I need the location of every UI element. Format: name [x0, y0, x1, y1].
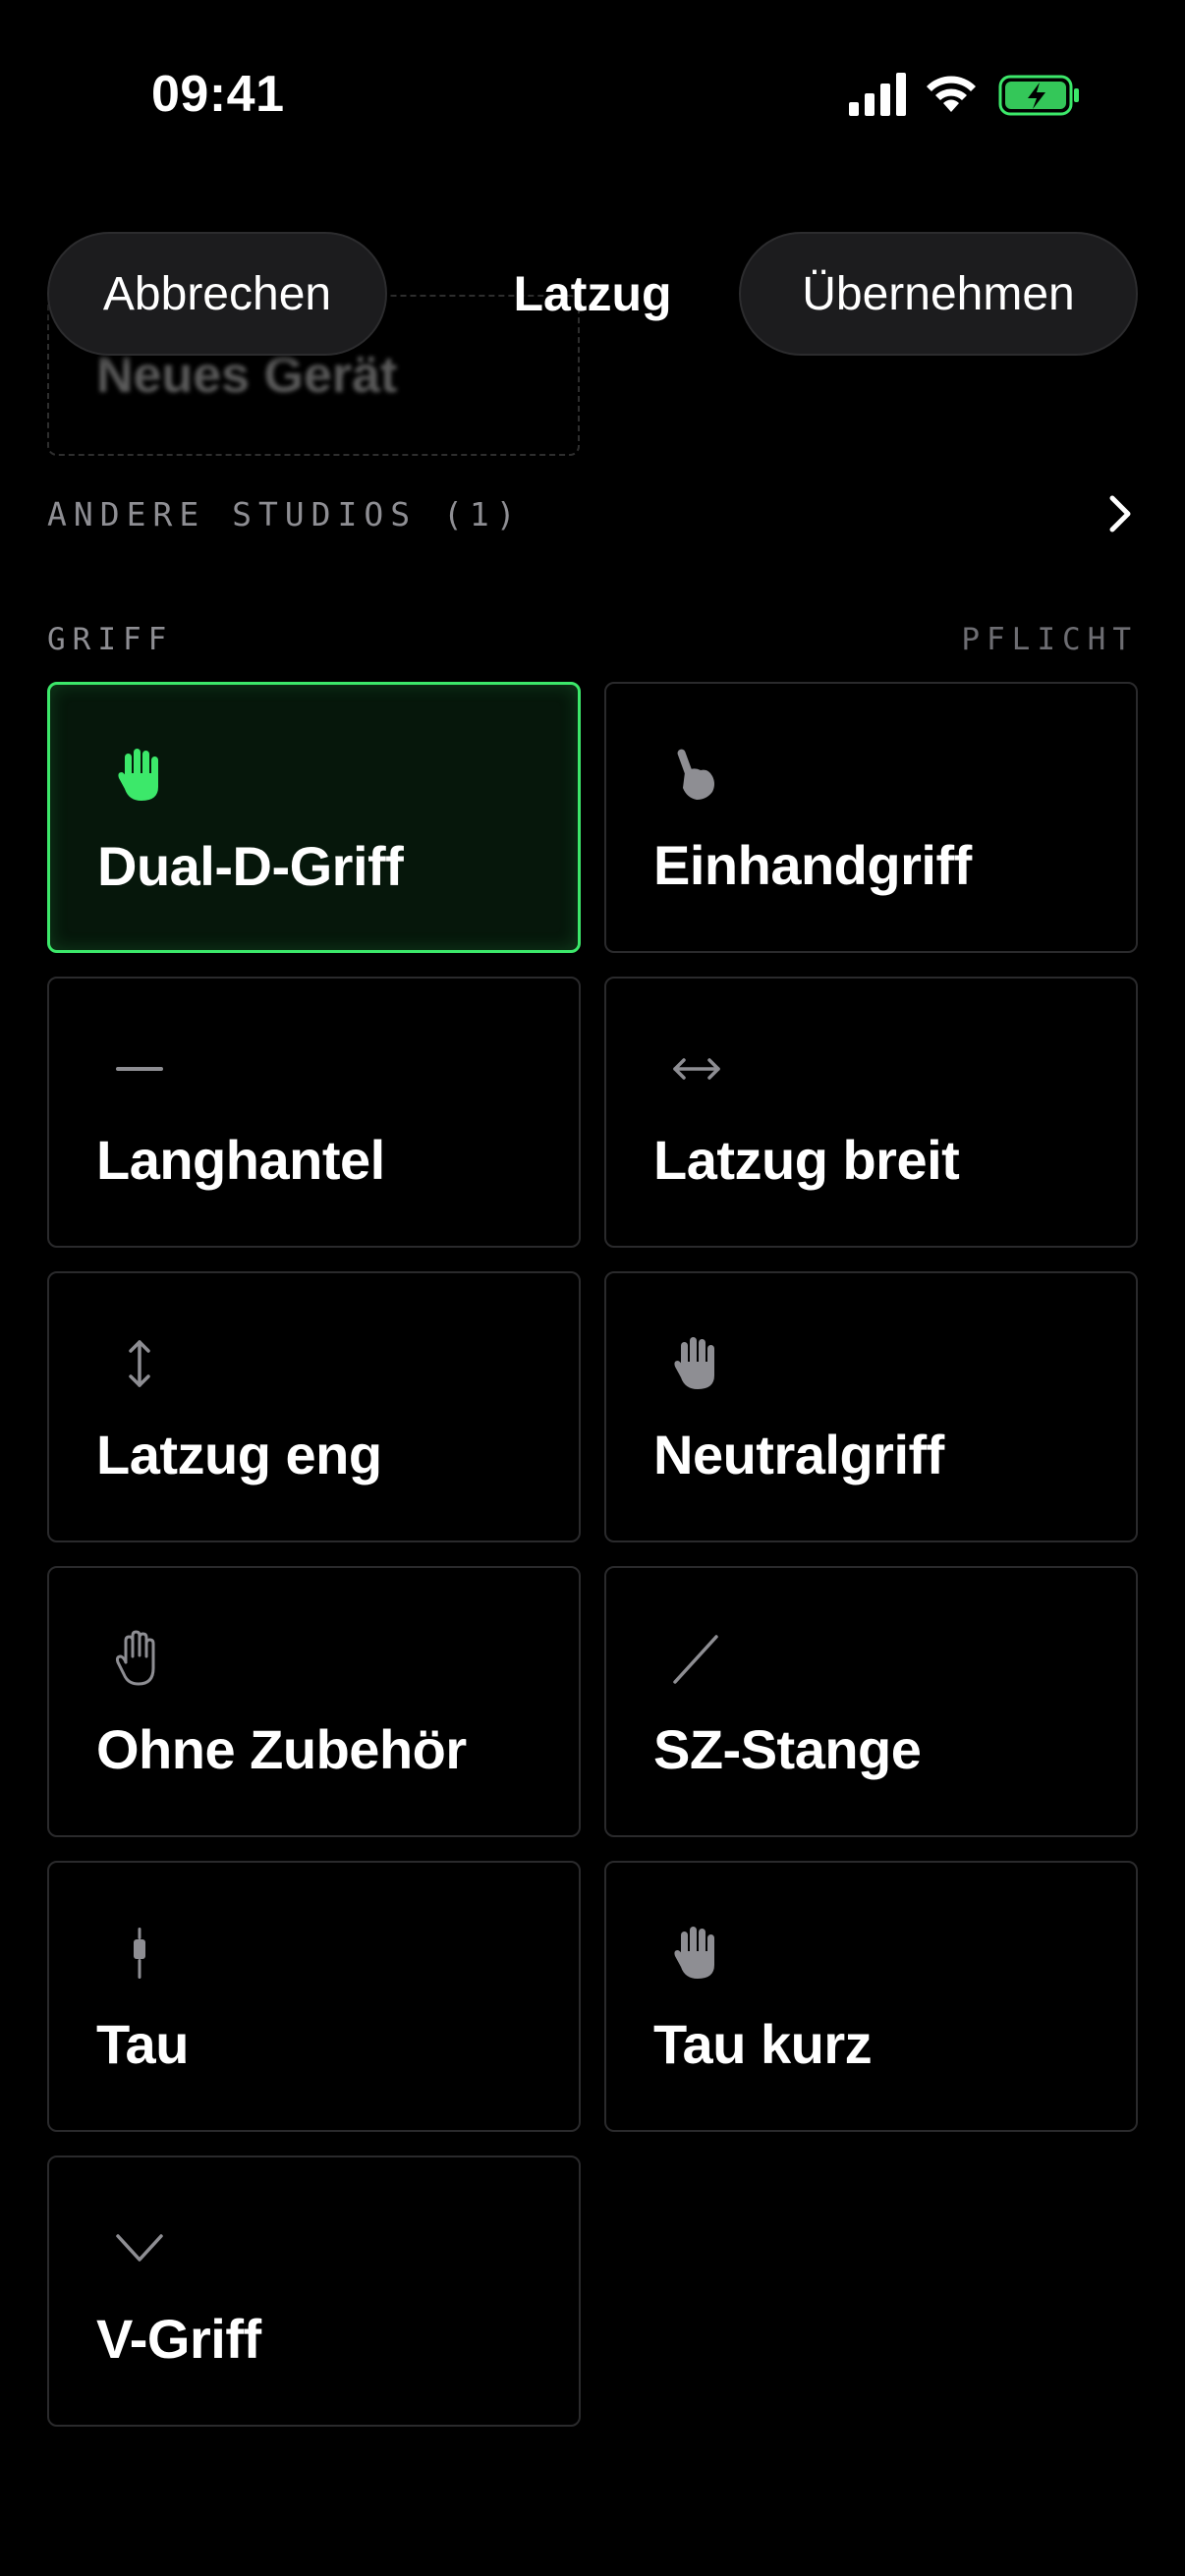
status-time: 09:41 [151, 66, 285, 123]
dash-icon [116, 1067, 163, 1071]
grip-label: Tau kurz [653, 2013, 873, 2075]
grip-option[interactable]: SZ-Stange [604, 1566, 1138, 1837]
pointing-hand-icon [677, 749, 714, 800]
hand-icon [674, 1927, 714, 1979]
arrows-vertical-icon [129, 1340, 150, 1387]
grip-option[interactable]: Dual-D-Griff [47, 682, 581, 953]
grip-option[interactable]: Einhandgriff [604, 682, 1138, 953]
apply-button[interactable]: Übernehmen [739, 232, 1138, 356]
grip-label: Langhantel [96, 1129, 385, 1191]
hand-outline-icon [115, 1630, 155, 1686]
grip-label: Tau [96, 2013, 189, 2075]
grip-option[interactable]: Tau [47, 1861, 581, 2132]
grip-option[interactable]: Latzug eng [47, 1271, 581, 1542]
grip-option[interactable]: Latzug breit [604, 977, 1138, 1248]
grip-section-header: GRIFF PFLICHT [47, 613, 1138, 666]
arrows-horizontal-icon [673, 1058, 720, 1080]
grip-label: V-Griff [96, 2308, 261, 2370]
wifi-icon [927, 76, 976, 112]
diagonal-line-icon [673, 1635, 718, 1684]
other-studios-label: ANDERE STUDIOS (1) [47, 494, 523, 533]
grip-option[interactable]: Tau kurz [604, 1861, 1138, 2132]
chevron-down-icon [116, 2234, 163, 2262]
required-label: PFLICHT [961, 622, 1138, 657]
grip-grid: Dual-D-Griff Einhandgriff Langhantel Lat… [47, 682, 1138, 2427]
hand-icon [118, 749, 158, 801]
chevron-right-icon [1109, 495, 1131, 532]
hand-icon [674, 1337, 714, 1389]
grip-option[interactable]: Ohne Zubehör [47, 1566, 581, 1837]
grip-label: Latzug breit [653, 1129, 960, 1191]
page-title: Latzug [513, 266, 672, 321]
grip-option[interactable]: Neutralgriff [604, 1271, 1138, 1542]
status-bar: 09:41 [0, 0, 1185, 187]
grip-label: Einhandgriff [653, 834, 972, 896]
grip-label: Latzug eng [96, 1424, 382, 1485]
battery-charging-icon [998, 75, 1079, 116]
rope-icon [134, 1928, 145, 1979]
grip-option[interactable]: Langhantel [47, 977, 581, 1248]
grip-label: Ohne Zubehör [96, 1718, 467, 1780]
grip-option[interactable]: V-Griff [47, 2156, 581, 2427]
grip-label: SZ-Stange [653, 1718, 922, 1780]
other-studios-row[interactable]: ANDERE STUDIOS (1) [47, 481, 1138, 546]
cancel-button[interactable]: Abbrechen [47, 232, 387, 356]
grip-label: Neutralgriff [653, 1424, 944, 1485]
cellular-signal-icon [849, 73, 906, 116]
section-title: GRIFF [47, 622, 174, 657]
grip-label: Dual-D-Griff [97, 835, 404, 897]
